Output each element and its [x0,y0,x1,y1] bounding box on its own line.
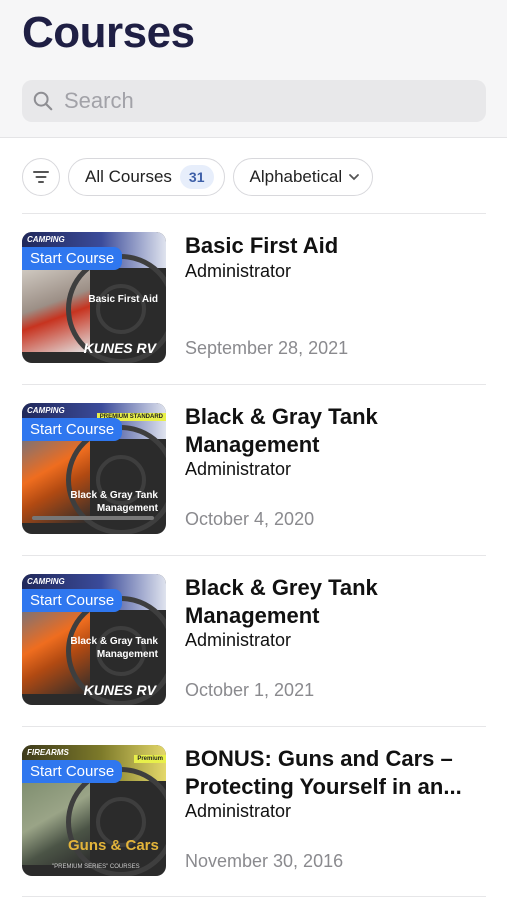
course-date: November 30, 2016 [185,851,344,871]
filter-lines-icon [33,171,49,183]
course-item[interactable]: FIREARMS Premium Guns & Cars "PREMIUM SE… [22,745,486,885]
thumb-title: Guns & Cars [68,837,159,854]
course-count-badge: 31 [179,165,214,189]
start-course-badge[interactable]: Start Course [22,589,123,612]
course-date: October 4, 2020 [185,509,315,529]
thumb-title: Basic First Aid [88,294,158,305]
course-author: Administrator [185,801,292,821]
start-course-badge[interactable]: Start Course [22,760,123,783]
divider [22,384,486,385]
divider [22,213,486,214]
category-label: All Courses [85,167,172,186]
course-title[interactable]: Black & Grey Tank Management [185,574,485,630]
thumb-logo: FIREARMS [27,748,69,757]
start-course-badge[interactable]: Start Course [22,418,123,441]
course-item[interactable]: CAMPING PREMIUM STANDARD Black & Gray Ta… [22,403,486,543]
filter-button[interactable] [22,158,60,196]
divider [22,555,486,556]
search-input[interactable] [62,87,466,115]
course-author: Administrator [185,630,292,650]
course-item[interactable]: CAMPING Black & Gray Tank Management KUN… [22,574,486,714]
course-author: Administrator [185,459,292,479]
thumb-logo: CAMPING [27,406,65,415]
start-course-badge[interactable]: Start Course [22,247,123,270]
page-title: Courses [22,8,195,57]
thumb-subtitle: "PREMIUM SERIES" COURSES [52,864,140,870]
course-thumbnail: CAMPING Basic First Aid KUNES RV Start C… [22,232,166,363]
thumb-logo: CAMPING [27,577,65,586]
course-author: Administrator [185,261,292,281]
search-icon [33,91,53,111]
course-thumbnail: CAMPING PREMIUM STANDARD Black & Gray Ta… [22,403,166,534]
thumb-brand: KUNES RV [83,682,156,698]
course-thumbnail: CAMPING Black & Gray Tank Management KUN… [22,574,166,705]
course-date: September 28, 2021 [185,338,349,358]
thumb-title: Black & Gray Tank Management [70,490,158,514]
category-filter-pill[interactable]: All Courses 31 [68,158,225,196]
search-bar[interactable] [22,80,486,122]
course-date: October 1, 2021 [185,680,315,700]
course-thumbnail: FIREARMS Premium Guns & Cars "PREMIUM SE… [22,745,166,876]
thumb-brand: KUNES RV [83,340,156,356]
shield-emblem-icon [66,767,166,876]
divider [22,896,486,897]
chevron-down-icon [349,174,360,181]
header: Courses [0,0,507,138]
course-item[interactable]: CAMPING Basic First Aid KUNES RV Start C… [22,232,486,372]
sort-dropdown[interactable]: Alphabetical [232,158,374,196]
course-title[interactable]: BONUS: Guns and Cars – Protecting Yourse… [185,745,485,801]
sort-label: Alphabetical [249,167,343,186]
divider [22,726,486,727]
thumb-tag: Premium [134,755,166,763]
course-title[interactable]: Basic First Aid [185,232,485,260]
filter-bar: All Courses 31 Alphabetical [22,157,374,197]
thumb-logo: CAMPING [27,235,65,244]
thumb-title: Black & Gray Tank Management [70,636,158,660]
course-title[interactable]: Black & Gray Tank Management [185,403,485,459]
